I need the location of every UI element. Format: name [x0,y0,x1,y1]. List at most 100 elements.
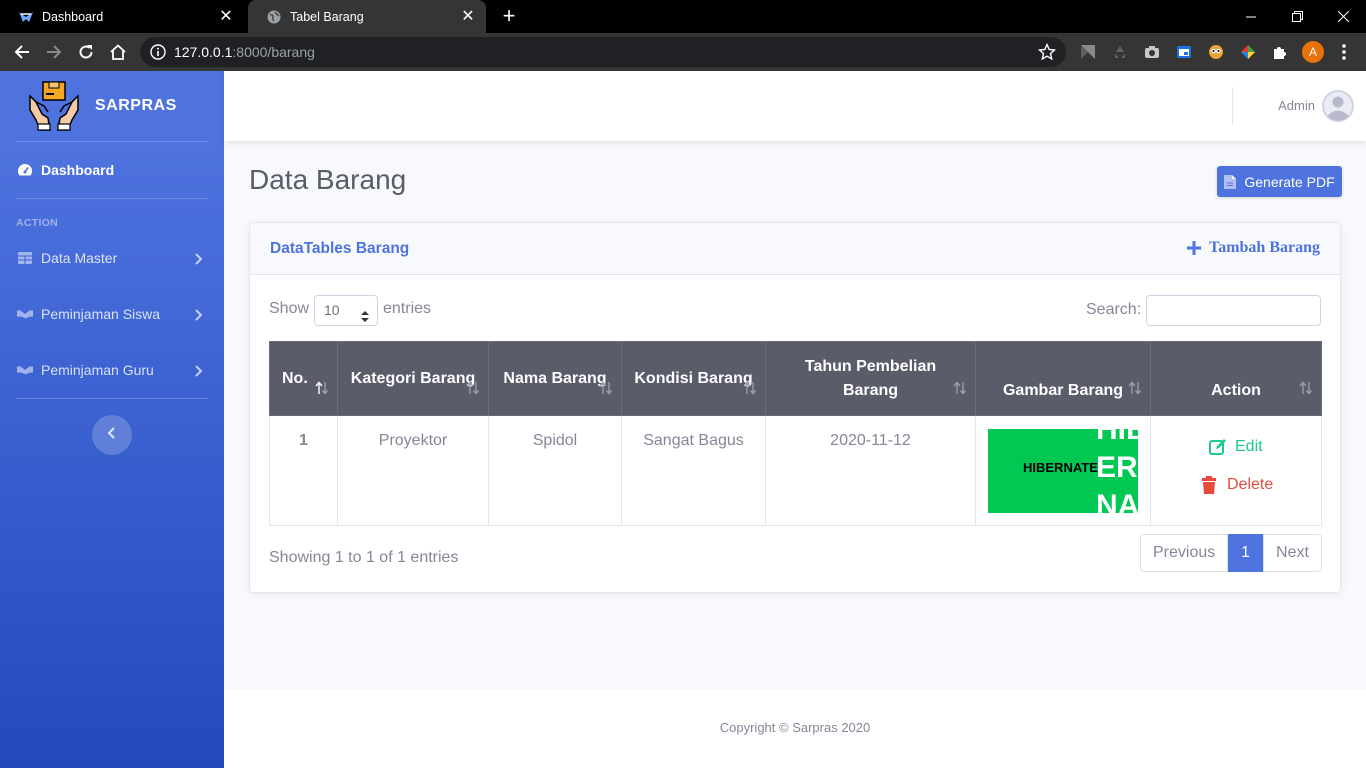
browser-tab-dashboard[interactable]: Dashboard ✕ [0,0,244,33]
delete-label: Delete [1227,476,1274,493]
edit-button[interactable]: Edit [1209,438,1263,456]
close-icon[interactable]: ✕ [460,8,476,25]
column-header-tahun[interactable]: Tahun Pembelian Barang [765,341,976,416]
cell-nama: Spidol [488,415,622,526]
sort-icon [953,379,967,395]
sort-icon [599,379,613,395]
sidebar-item-data-master[interactable]: Data Master [0,238,224,278]
table-icon [17,250,33,266]
browser-tab-tabel-barang[interactable]: Tabel Barang ✕ [248,0,486,33]
address-bar[interactable]: 127.0.0.1:8000/barang [140,37,1066,67]
image-text: HIBERNATE [1023,460,1098,475]
plus-icon [1187,241,1201,255]
info-icon[interactable] [150,44,166,60]
cell-kondisi: Sangat Bagus [621,415,766,526]
app-icon [18,9,34,25]
column-header-label: Tahun Pembelian Barang [804,357,937,399]
pagination-page-current[interactable]: 1 [1228,534,1263,572]
reload-button[interactable] [74,40,98,64]
extension-camera-icon[interactable] [1144,44,1160,60]
trash-icon [1201,476,1219,494]
sidebar-item-dashboard[interactable]: Dashboard [0,150,224,190]
delete-button[interactable]: Delete [1201,476,1273,494]
user-name[interactable]: Admin [1278,98,1315,113]
browser-tab-bar: Dashboard ✕ Tabel Barang ✕ + [0,0,1366,33]
extension-recycle-icon[interactable] [1112,44,1128,60]
sort-icon [1299,379,1313,395]
close-window-button[interactable] [1320,0,1366,33]
column-header-no[interactable]: No. [269,341,338,416]
extension-window-icon[interactable] [1176,44,1192,60]
column-header-label: Kategori Barang [350,369,476,387]
select-arrows-icon [361,304,369,322]
back-button[interactable] [10,40,34,64]
generate-pdf-button[interactable]: Generate PDF [1217,166,1342,197]
handshake-icon [17,362,33,378]
cell-no: 1 [269,415,338,526]
sidebar-heading: ACTION [16,217,59,229]
forward-button[interactable] [42,40,66,64]
search-label: Search: [1086,301,1142,318]
column-header-gambar[interactable]: Gambar Barang [975,341,1151,416]
column-header-kondisi[interactable]: Kondisi Barang [621,341,766,416]
menu-kebab-icon[interactable] [1336,42,1352,62]
bookmark-star-icon[interactable] [1037,42,1057,61]
table-row: 1 Proyektor Spidol Sangat Bagus 2020-11-… [269,415,1322,526]
sidebar-item-peminjaman-guru[interactable]: Peminjaman Guru [0,350,224,390]
sidebar-item-peminjaman-siswa[interactable]: Peminjaman Siswa [0,294,224,334]
profile-avatar[interactable]: A [1302,41,1324,63]
cell-gambar: HIBERNATE HIB ER NA [975,415,1151,526]
sidebar-divider [16,141,208,142]
file-pdf-icon [1224,174,1237,189]
chevron-right-icon [192,308,204,321]
extension-color-icon[interactable] [1240,44,1256,60]
user-avatar-icon[interactable] [1322,90,1354,122]
column-header-label: Kondisi Barang [634,369,753,387]
sidebar: SARPRAS Dashboard ACTION Data Master Pem… [0,71,224,768]
table-info: Showing 1 to 1 of 1 entries [269,549,459,566]
sidebar-item-label: Peminjaman Siswa [41,306,161,322]
chevron-right-icon [192,252,204,265]
topbar: Admin [224,71,1366,141]
tab-title: Tabel Barang [290,9,364,24]
minimize-button[interactable] [1228,0,1274,33]
extension-owl-icon[interactable] [1208,44,1224,60]
column-header-label: Nama Barang [503,369,607,387]
column-header-nama[interactable]: Nama Barang [488,341,622,416]
close-icon[interactable]: ✕ [218,8,234,25]
footer: Copyright © Sarpras 2020 [224,690,1366,768]
sort-asc-icon [315,379,329,395]
card-title: DataTables Barang [270,240,410,257]
handshake-icon [17,306,33,322]
chevron-right-icon [192,364,204,377]
column-header-label: Action [1211,381,1261,399]
sort-icon [1128,379,1142,395]
restore-button[interactable] [1274,0,1320,33]
home-button[interactable] [106,40,130,64]
extension-flag-icon[interactable] [1080,44,1096,60]
edit-label: Edit [1235,438,1263,455]
tambah-barang-link[interactable]: Tambah Barang [1187,239,1320,257]
pagination-previous[interactable]: Previous [1140,534,1228,572]
sidebar-toggle-button[interactable] [92,415,132,455]
column-header-kategori[interactable]: Kategori Barang [337,341,489,416]
sidebar-item-label: Data Master [41,250,118,266]
image-text: ER [1096,451,1138,484]
sidebar-brand[interactable]: SARPRAS [0,71,224,141]
pagination-next[interactable]: Next [1263,534,1322,572]
browser-toolbar: 127.0.0.1:8000/barang A [0,33,1366,71]
tachometer-icon [17,162,33,178]
show-label: Show [269,300,310,317]
column-header-action[interactable]: Action [1150,341,1322,416]
page-length-select[interactable]: 10 [314,295,378,326]
edit-icon [1209,438,1227,456]
cell-kategori: Proyektor [337,415,489,526]
column-header-label: Gambar Barang [1002,381,1124,399]
cell-tahun: 2020-11-12 [765,415,976,526]
sort-icon [466,379,480,395]
new-tab-button[interactable]: + [498,5,520,27]
url-host: 127.0.0.1 [174,44,233,60]
search-input[interactable] [1146,295,1321,326]
puzzle-icon[interactable] [1272,44,1288,60]
brand-name: SARPRAS [95,97,177,114]
